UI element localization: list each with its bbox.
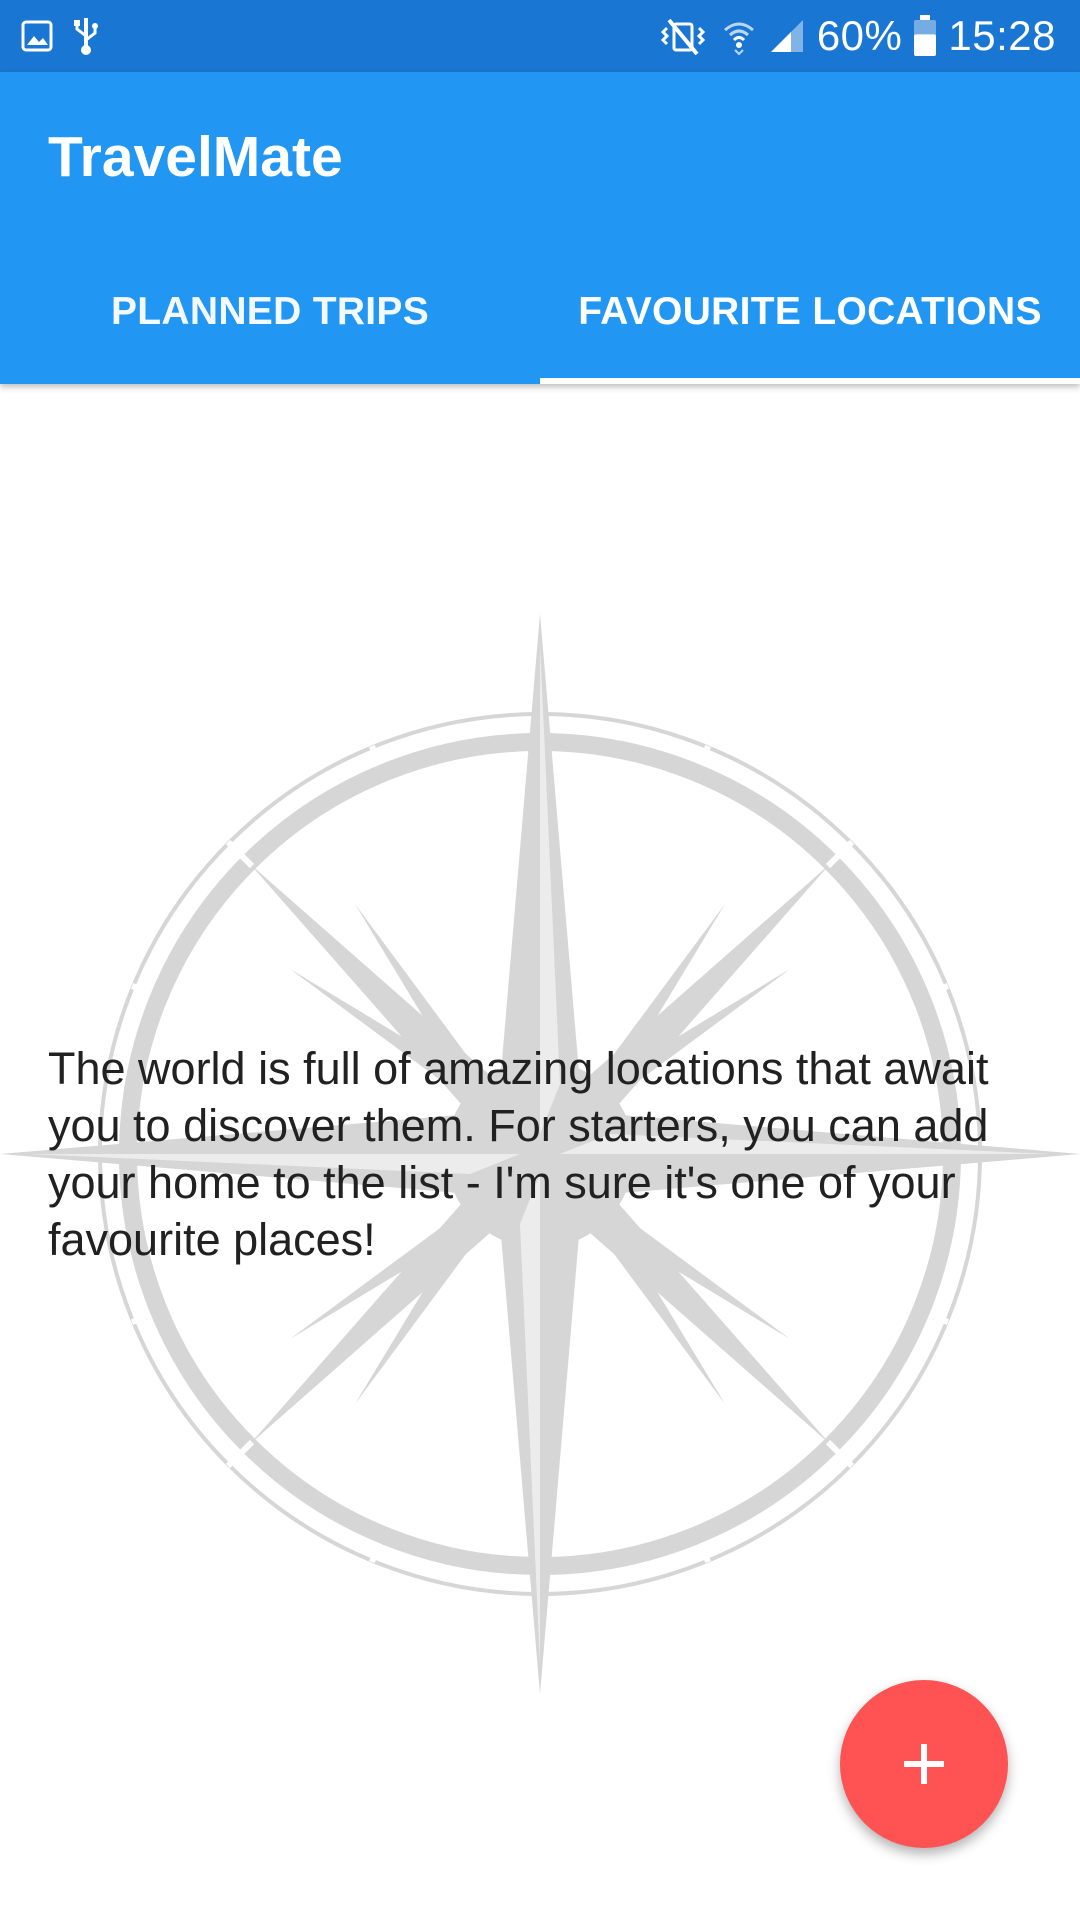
app-title: TravelMate (48, 125, 343, 189)
gallery-notification-icon (20, 19, 54, 53)
battery-icon (912, 14, 938, 58)
tab-bar: PLANNED TRIPS FAVOURITE LOCATIONS (0, 240, 1080, 384)
usb-debug-icon (72, 16, 100, 56)
selected-tab-indicator (540, 378, 1080, 384)
empty-state-message: The world is full of amazing locations t… (48, 1043, 989, 1265)
tab-planned-trips[interactable]: PLANNED TRIPS (0, 240, 540, 384)
status-bar-right: 60% 15:28 (655, 10, 1056, 62)
tab-label: FAVOURITE LOCATIONS (578, 290, 1042, 333)
app-bar: TravelMate PLANNED TRIPS FAVOURITE LOCAT… (0, 72, 1080, 384)
tab-favourite-locations[interactable]: FAVOURITE LOCATIONS (540, 240, 1080, 384)
mute-vibrate-icon (655, 16, 711, 56)
add-location-button[interactable] (840, 1680, 1008, 1848)
cell-signal-icon (767, 16, 807, 56)
plus-icon (902, 1742, 946, 1786)
wifi-icon (721, 16, 757, 56)
battery-percent: 60% (816, 12, 903, 59)
tab-label: PLANNED TRIPS (110, 290, 430, 333)
status-bar: 60% 15:28 (0, 0, 1080, 72)
clock: 15:28 (948, 12, 1056, 59)
status-bar-left (20, 16, 100, 56)
